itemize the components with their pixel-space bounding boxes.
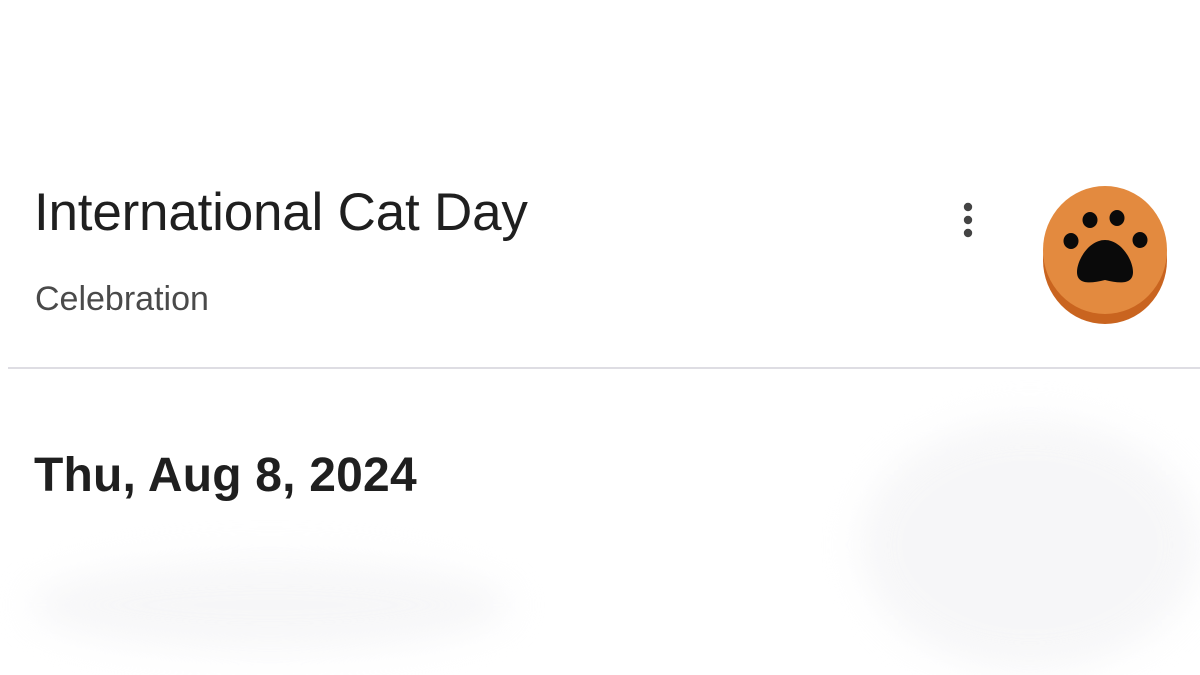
paw-icon <box>1043 186 1167 324</box>
event-date: Thu, Aug 8, 2024 <box>34 449 417 502</box>
background-blur <box>30 560 510 650</box>
event-avatar[interactable] <box>1041 184 1169 326</box>
more-options-button[interactable] <box>944 194 992 246</box>
event-title: International Cat Day <box>34 183 528 242</box>
event-header: International Cat Day Celebration <box>0 0 1200 368</box>
event-category: Celebration <box>35 280 209 318</box>
background-blur <box>860 420 1200 670</box>
header-divider <box>8 367 1200 369</box>
more-vert-icon <box>963 202 973 238</box>
event-detail-screen: International Cat Day Celebration Thu, A… <box>0 0 1200 675</box>
